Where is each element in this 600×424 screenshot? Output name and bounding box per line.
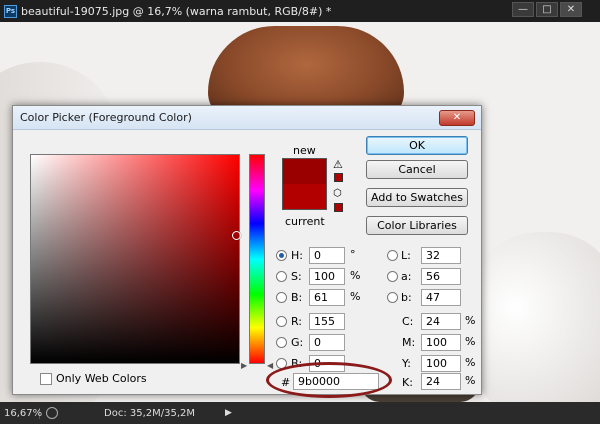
dialog-title: Color Picker (Foreground Color) xyxy=(20,111,192,124)
maximize-button[interactable]: □ xyxy=(536,2,558,17)
saturation-brightness-field[interactable] xyxy=(30,154,240,364)
highlight-oval xyxy=(266,362,392,398)
document-title: beautiful-19075.jpg @ 16,7% (warna rambu… xyxy=(21,4,332,18)
a-channel-radio[interactable] xyxy=(387,271,398,282)
add-to-swatches-button[interactable]: Add to Swatches xyxy=(366,188,468,207)
saturation-unit: % xyxy=(350,269,361,282)
a-channel-field[interactable]: 56 xyxy=(421,268,461,285)
status-bar: 16,67% Doc: 35,2M/35,2M ▶ xyxy=(0,402,600,424)
black-field[interactable]: 24 xyxy=(421,373,461,390)
b-channel-label: b: xyxy=(401,291,412,304)
saturation-radio[interactable] xyxy=(276,271,287,282)
cancel-button[interactable]: Cancel xyxy=(366,160,468,179)
red-radio[interactable] xyxy=(276,316,287,327)
color-libraries-button[interactable]: Color Libraries xyxy=(366,216,468,235)
color-selection-marker[interactable] xyxy=(232,231,241,240)
lightness-label: L: xyxy=(401,249,411,262)
dialog-title-bar: Color Picker (Foreground Color) xyxy=(13,106,481,130)
title-bar: Ps beautiful-19075.jpg @ 16,7% (warna ra… xyxy=(0,0,600,22)
status-menu-arrow-icon[interactable]: ▶ xyxy=(225,408,232,418)
brightness-radio[interactable] xyxy=(276,292,287,303)
ok-button[interactable]: OK xyxy=(366,136,468,155)
red-label: R: xyxy=(291,315,303,328)
a-channel-label: a: xyxy=(401,270,412,283)
magenta-label: M: xyxy=(402,336,416,349)
brightness-field[interactable]: 61 xyxy=(309,289,345,306)
hue-slider[interactable] xyxy=(249,154,265,364)
b-channel-radio[interactable] xyxy=(387,292,398,303)
zoom-level[interactable]: 16,67% xyxy=(0,407,42,419)
close-window-button[interactable]: ✕ xyxy=(560,2,582,17)
yellow-unit: % xyxy=(465,356,476,369)
cyan-unit: % xyxy=(465,314,476,327)
green-label: G: xyxy=(291,336,304,349)
current-color-swatch[interactable] xyxy=(282,184,327,210)
minimize-button[interactable]: — xyxy=(512,2,534,17)
hue-slider-left-arrow-icon[interactable]: ▶ xyxy=(241,361,247,370)
lightness-radio[interactable] xyxy=(387,250,398,261)
lightness-field[interactable]: 32 xyxy=(421,247,461,264)
brightness-label: B: xyxy=(291,291,303,304)
red-field[interactable]: 155 xyxy=(309,313,345,330)
dialog-close-button[interactable]: ✕ xyxy=(439,110,475,126)
green-radio[interactable] xyxy=(276,337,287,348)
out-of-gamut-warning-icon[interactable]: ⚠ xyxy=(333,158,343,171)
hue-label: H: xyxy=(291,249,303,262)
b-channel-field[interactable]: 47 xyxy=(421,289,461,306)
black-label: K: xyxy=(402,376,413,389)
yellow-field[interactable]: 100 xyxy=(421,355,461,372)
color-picker-dialog: Color Picker (Foreground Color) ✕ ▶ ◀ On… xyxy=(12,105,482,398)
hue-unit: ° xyxy=(350,248,356,261)
saturation-field[interactable]: 100 xyxy=(309,268,345,285)
gamut-color-swatch[interactable] xyxy=(334,173,343,182)
yellow-label: Y: xyxy=(402,357,411,370)
new-color-label: new xyxy=(293,144,316,157)
new-color-swatch xyxy=(282,158,327,184)
hue-field[interactable]: 0 xyxy=(309,247,345,264)
current-color-label: current xyxy=(285,215,325,228)
magenta-field[interactable]: 100 xyxy=(421,334,461,351)
hue-slider-right-arrow-icon[interactable]: ◀ xyxy=(267,361,273,370)
black-unit: % xyxy=(465,374,476,387)
photoshop-app-icon: Ps xyxy=(4,4,17,18)
web-safe-color-swatch[interactable] xyxy=(334,203,343,212)
only-web-colors-checkbox[interactable] xyxy=(40,373,52,385)
photoshop-window: Ps beautiful-19075.jpg @ 16,7% (warna ra… xyxy=(0,0,600,424)
web-safe-cube-icon[interactable]: ⬡ xyxy=(333,188,342,199)
cyan-field[interactable]: 24 xyxy=(421,313,461,330)
only-web-colors-label: Only Web Colors xyxy=(56,372,147,385)
saturation-label: S: xyxy=(291,270,302,283)
cyan-label: C: xyxy=(402,315,414,328)
status-info-icon[interactable] xyxy=(46,407,58,419)
hue-radio[interactable] xyxy=(276,250,287,261)
magenta-unit: % xyxy=(465,335,476,348)
document-size: Doc: 35,2M/35,2M xyxy=(104,407,196,419)
photo-shoulder-right xyxy=(470,232,600,402)
green-field[interactable]: 0 xyxy=(309,334,345,351)
brightness-unit: % xyxy=(350,290,361,303)
